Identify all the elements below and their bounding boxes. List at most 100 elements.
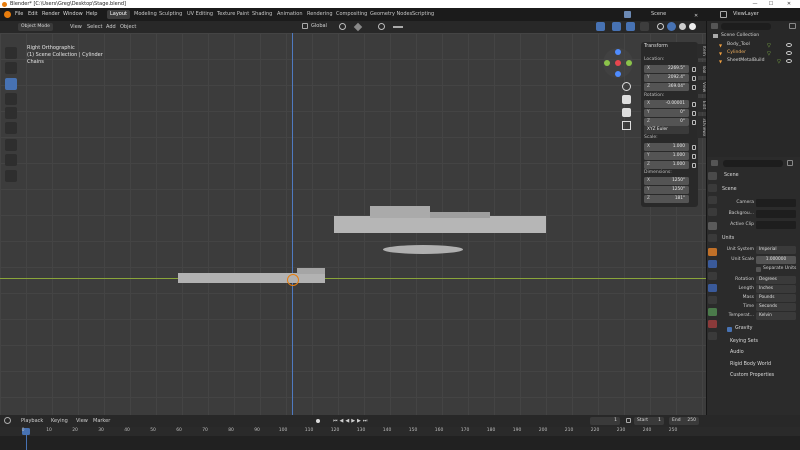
sidebar-tab-edit[interactable]: Edit [697,98,706,112]
menu-help[interactable]: Help [86,8,97,21]
preview-range-icon[interactable] [626,418,631,423]
lock-scale-z-icon[interactable] [692,163,696,168]
pivot-point-icon[interactable] [339,23,346,30]
lock-rotation-x-icon[interactable] [692,102,696,107]
end-frame-field[interactable]: End 250 [669,417,699,425]
transform-orientation-icon[interactable] [302,23,308,29]
modifier-properties-tab-icon[interactable] [708,260,717,268]
outliner-row-cylinder[interactable]: ▼ Cylinder ▽ [707,49,800,57]
gizmo-neg-z-axis-icon[interactable] [615,71,621,77]
object-properties-tab-icon[interactable] [708,248,717,256]
location-y-field[interactable]: Y 2092.4" [644,74,689,82]
outliner-row-body-tool[interactable]: ▼ Body_Tool ▽ [707,41,800,49]
properties-editor-icon[interactable] [711,160,718,166]
close-button[interactable]: ✕ [782,0,796,8]
gizmo-neg-y-axis-icon[interactable] [626,60,632,66]
gizmo-z-axis-icon[interactable] [615,49,621,55]
world-properties-tab-icon[interactable] [708,234,717,242]
menu-render[interactable]: Render [42,8,60,21]
stage-object-upper[interactable] [334,216,546,233]
add-cube-tool-icon[interactable] [5,170,17,182]
dimensions-y-field[interactable]: Y 1250" [644,186,689,194]
constraints-properties-tab-icon[interactable] [708,296,717,304]
separate-units-checkbox[interactable] [756,267,761,272]
scale-z-field[interactable]: Z 1.000 [644,161,689,169]
section-rigid-body-world[interactable]: Rigid Body World [730,362,771,367]
texture-properties-tab-icon[interactable] [708,332,717,340]
viewlayer-icon[interactable] [720,11,727,18]
shading-wireframe-icon[interactable] [657,23,664,30]
menu-edit[interactable]: Edit [28,8,38,21]
visibility-eye-icon[interactable] [786,51,792,55]
mass-unit-dropdown[interactable]: Pounds [756,294,796,302]
shading-rendered-icon[interactable] [689,23,696,30]
start-frame-field[interactable]: Start 1 [634,417,664,425]
current-frame-field[interactable]: 1 [590,417,620,425]
temperature-unit-dropdown[interactable]: Kelvin [756,312,796,320]
zoom-icon[interactable] [622,82,631,91]
scene-name[interactable]: Scene [651,8,666,21]
workspace-tab-layout[interactable]: Layout [107,10,130,19]
sidebar-tab-view[interactable]: View [697,80,706,94]
stage-object-upper-rail[interactable] [430,212,490,218]
workspace-tab-animation[interactable]: Animation [274,10,306,19]
scale-y-field[interactable]: Y 1.000 [644,152,689,160]
minimize-button[interactable]: — [748,0,762,8]
menu-keying[interactable]: Keying [51,415,68,427]
scene-icon[interactable] [624,11,631,18]
workspace-tab-sculpting[interactable]: Sculpting [156,10,185,19]
lock-rotation-y-icon[interactable] [692,111,696,116]
unit-system-dropdown[interactable]: Imperial [756,246,796,254]
transform-tool-icon[interactable] [5,122,17,134]
measure-tool-icon[interactable] [5,154,17,166]
menu-timeline-view[interactable]: View [76,415,88,427]
outliner-row-scene-collection[interactable]: Scene Collection [707,32,800,40]
section-keying-sets[interactable]: Keying Sets [730,339,758,344]
tool-properties-tab-icon[interactable] [708,172,717,180]
gizmo-toggle-icon[interactable] [612,22,621,31]
blender-menu-icon[interactable] [4,11,11,18]
dimensions-x-field[interactable]: X 1250" [644,177,689,185]
object-type-visibility-icon[interactable] [596,22,605,31]
workspace-tab-scripting[interactable]: Scripting [409,10,437,19]
section-scene[interactable]: Scene [722,187,737,192]
background-scene-field[interactable] [756,210,796,218]
section-custom-properties[interactable]: Custom Properties [730,373,774,378]
location-z-field[interactable]: Z 369.04" [644,83,689,91]
scale-x-field[interactable]: X 1.000 [644,143,689,151]
gravity-checkbox[interactable] [727,327,732,332]
shading-material-icon[interactable] [679,23,686,30]
overlay-toggle-icon[interactable] [626,22,635,31]
timeline-editor-icon[interactable] [4,417,11,424]
render-properties-tab-icon[interactable] [708,184,717,192]
menu-add[interactable]: Add [106,21,116,33]
sidebar-tab-item[interactable]: Item [697,44,706,58]
section-audio[interactable]: Audio [730,350,744,355]
workspace-tab-rendering[interactable]: Rendering [304,10,336,19]
xray-toggle-icon[interactable] [640,22,649,31]
menu-file[interactable]: File [15,8,23,21]
menu-select[interactable]: Select [87,21,102,33]
active-clip-field[interactable] [756,221,796,229]
rotation-unit-dropdown[interactable]: Degrees [756,276,796,284]
rotate-tool-icon[interactable] [5,93,17,105]
properties-search-input[interactable] [723,160,783,167]
data-properties-tab-icon[interactable] [708,308,717,316]
timeline-ruler[interactable] [0,427,800,436]
pin-icon[interactable] [787,160,793,166]
rotation-y-field[interactable]: Y 0° [644,109,689,117]
outliner-editor-icon[interactable] [711,23,718,29]
playback-controls-icon[interactable]: ⏮◀◀▶▶⏭ [333,415,369,427]
scene-properties-tab-icon[interactable] [708,222,717,230]
gizmo-x-axis-icon[interactable] [615,60,621,66]
dimensions-z-field[interactable]: Z 181" [644,195,689,203]
menu-marker[interactable]: Marker [93,415,110,427]
proportional-editing-icon[interactable] [378,23,385,30]
particles-properties-tab-icon[interactable] [708,272,717,280]
lock-location-y-icon[interactable] [692,76,696,81]
camera-view-icon[interactable] [622,108,631,117]
outliner-search-input[interactable] [721,23,771,30]
auto-keying-icon[interactable] [316,419,320,423]
menu-playback[interactable]: Playback [21,415,43,427]
workspace-tab-compositing[interactable]: Compositing [333,10,370,19]
